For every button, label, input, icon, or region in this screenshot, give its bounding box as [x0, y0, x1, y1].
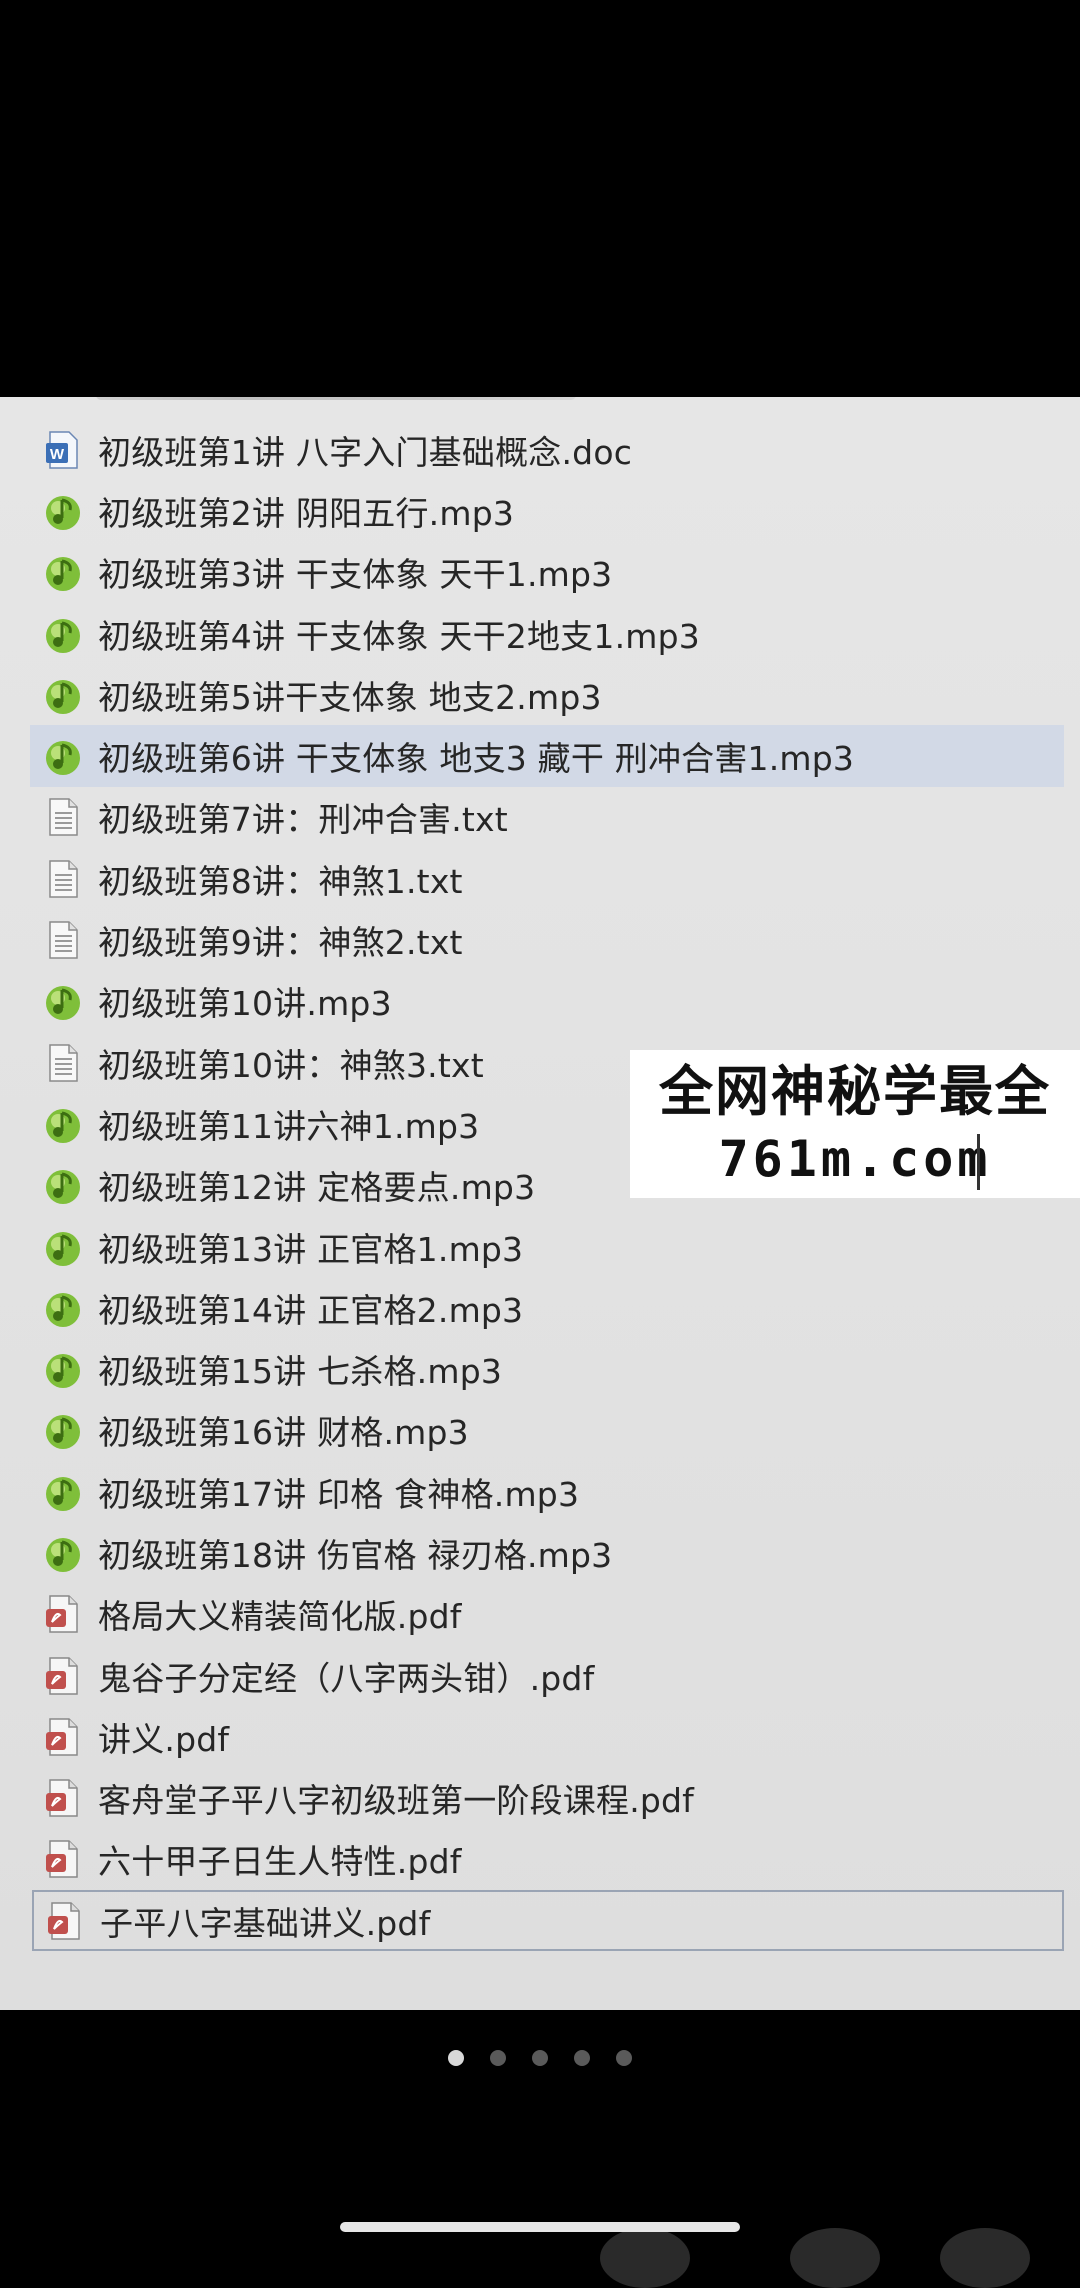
audio-file-icon — [42, 1287, 84, 1329]
file-row[interactable]: 初级班第4讲 干支体象 天干2地支1.mp3 — [0, 603, 1080, 664]
audio-file-icon — [42, 1226, 84, 1268]
file-name: 格局大义精装简化版.pdf — [98, 1597, 462, 1637]
pdf-file-icon — [44, 1900, 86, 1942]
cutoff-row-blur — [96, 397, 576, 400]
file-row[interactable]: 初级班第18讲 伤官格 禄刃格.mp3 — [0, 1522, 1080, 1583]
file-row[interactable]: 初级班第5讲干支体象 地支2.mp3 — [0, 664, 1080, 725]
file-name: 初级班第10讲.mp3 — [98, 984, 392, 1024]
audio-file-icon — [42, 1103, 84, 1145]
pdf-file-icon — [42, 1655, 84, 1697]
file-name: 初级班第2讲 阴阳五行.mp3 — [98, 493, 515, 533]
file-name: 初级班第15讲 七杀格.mp3 — [98, 1352, 503, 1392]
page-indicator — [0, 2050, 1080, 2066]
page-dot[interactable] — [532, 2050, 548, 2066]
file-row[interactable]: 初级班第13讲 正官格1.mp3 — [0, 1216, 1080, 1277]
file-name: 初级班第3讲 干支体象 天干1.mp3 — [98, 555, 613, 595]
file-row[interactable]: 初级班第6讲 干支体象 地支3 藏干 刑冲合害1.mp3 — [30, 725, 1064, 787]
file-list-photo: W 初级班第1讲 八字入门基础概念.doc 初级班第2讲 阴阳五行.mp3 初级班第3… — [0, 397, 1080, 2010]
audio-file-icon — [42, 1532, 84, 1574]
top-black-area — [0, 0, 1080, 397]
bubble-shape — [600, 2228, 690, 2288]
svg-text:W: W — [50, 446, 65, 463]
bubble-shape — [790, 2228, 880, 2288]
file-row[interactable]: 格局大义精装简化版.pdf — [0, 1584, 1080, 1645]
pdf-file-icon — [42, 1777, 84, 1819]
page-dot[interactable] — [448, 2050, 464, 2066]
file-name: 初级班第10讲：神煞3.txt — [98, 1045, 484, 1085]
file-name: 初级班第14讲 正官格2.mp3 — [98, 1290, 524, 1330]
file-name: 初级班第8讲：神煞1.txt — [98, 861, 463, 901]
file-row[interactable]: 初级班第17讲 印格 食神格.mp3 — [0, 1461, 1080, 1522]
watermark-title: 全网神秘学最全 — [659, 1060, 1051, 1123]
audio-file-icon — [42, 1471, 84, 1513]
file-row[interactable]: 六十甲子日生人特性.pdf — [0, 1829, 1080, 1890]
file-row[interactable]: 鬼谷子分定经（八字两头钳）.pdf — [0, 1645, 1080, 1706]
file-name: 六十甲子日生人特性.pdf — [98, 1842, 462, 1882]
text-cursor — [977, 1134, 980, 1190]
watermark-url: 761m.com — [718, 1130, 992, 1188]
audio-file-icon — [42, 613, 84, 655]
text-file-icon — [42, 858, 84, 900]
file-name: 子平八字基础讲义.pdf — [100, 1903, 431, 1943]
audio-file-icon — [42, 490, 84, 532]
pdf-file-icon — [42, 1593, 84, 1635]
file-name: 初级班第13讲 正官格1.mp3 — [98, 1229, 524, 1269]
file-name: 初级班第9讲：神煞2.txt — [98, 923, 463, 963]
file-row[interactable]: 初级班第14讲 正官格2.mp3 — [0, 1277, 1080, 1338]
bubble-shape — [940, 2228, 1030, 2288]
file-row[interactable]: 初级班第9讲：神煞2.txt — [0, 909, 1080, 970]
page-dot[interactable] — [574, 2050, 590, 2066]
file-name: 初级班第18讲 伤官格 禄刃格.mp3 — [98, 1535, 613, 1575]
page-dot[interactable] — [616, 2050, 632, 2066]
audio-file-icon — [42, 1409, 84, 1451]
audio-file-icon — [42, 1348, 84, 1390]
file-row[interactable]: 初级班第2讲 阴阳五行.mp3 — [0, 480, 1080, 541]
text-file-icon — [42, 796, 84, 838]
file-row[interactable]: 子平八字基础讲义.pdf — [32, 1890, 1064, 1952]
file-name: 初级班第6讲 干支体象 地支3 藏干 刑冲合害1.mp3 — [98, 739, 855, 779]
file-row[interactable]: 初级班第10讲.mp3 — [0, 971, 1080, 1032]
file-name: 初级班第5讲干支体象 地支2.mp3 — [98, 677, 602, 717]
file-row[interactable]: W 初级班第1讲 八字入门基础概念.doc — [0, 419, 1080, 480]
audio-file-icon — [42, 1164, 84, 1206]
file-row[interactable]: 初级班第8讲：神煞1.txt — [0, 848, 1080, 909]
text-file-icon — [42, 1042, 84, 1084]
audio-file-icon — [42, 551, 84, 593]
file-name: 初级班第16讲 财格.mp3 — [98, 1413, 469, 1453]
file-row[interactable]: 讲义.pdf — [0, 1706, 1080, 1767]
home-indicator[interactable] — [340, 2222, 740, 2232]
audio-file-icon — [42, 980, 84, 1022]
audio-file-icon — [42, 735, 84, 777]
watermark-box: 全网神秘学最全 761m.com — [630, 1050, 1080, 1198]
page-dot[interactable] — [490, 2050, 506, 2066]
file-row[interactable]: 客舟堂子平八字初级班第一阶段课程.pdf — [0, 1768, 1080, 1829]
pdf-file-icon — [42, 1716, 84, 1758]
file-name: 客舟堂子平八字初级班第一阶段课程.pdf — [98, 1781, 695, 1821]
pdf-file-icon — [42, 1838, 84, 1880]
file-row[interactable]: 初级班第15讲 七杀格.mp3 — [0, 1338, 1080, 1399]
file-row[interactable]: 初级班第3讲 干支体象 天干1.mp3 — [0, 542, 1080, 603]
file-row[interactable]: 初级班第16讲 财格.mp3 — [0, 1400, 1080, 1461]
file-name: 初级班第7讲：刑冲合害.txt — [98, 800, 508, 840]
file-name: 讲义.pdf — [98, 1719, 230, 1759]
file-name: 初级班第17讲 印格 食神格.mp3 — [98, 1474, 580, 1514]
partial-hidden-row — [40, 397, 576, 415]
file-name: 初级班第11讲六神1.mp3 — [98, 1106, 480, 1146]
file-name: 初级班第1讲 八字入门基础概念.doc — [98, 432, 633, 472]
bottom-black-area — [0, 2010, 1080, 2248]
file-name: 鬼谷子分定经（八字两头钳）.pdf — [98, 1658, 595, 1698]
file-row[interactable]: 初级班第7讲：刑冲合害.txt — [0, 787, 1080, 848]
word-document-icon: W — [42, 429, 84, 471]
file-name: 初级班第4讲 干支体象 天干2地支1.mp3 — [98, 616, 700, 656]
audio-file-icon — [42, 674, 84, 716]
file-name: 初级班第12讲 定格要点.mp3 — [98, 1168, 536, 1208]
text-file-icon — [42, 919, 84, 961]
